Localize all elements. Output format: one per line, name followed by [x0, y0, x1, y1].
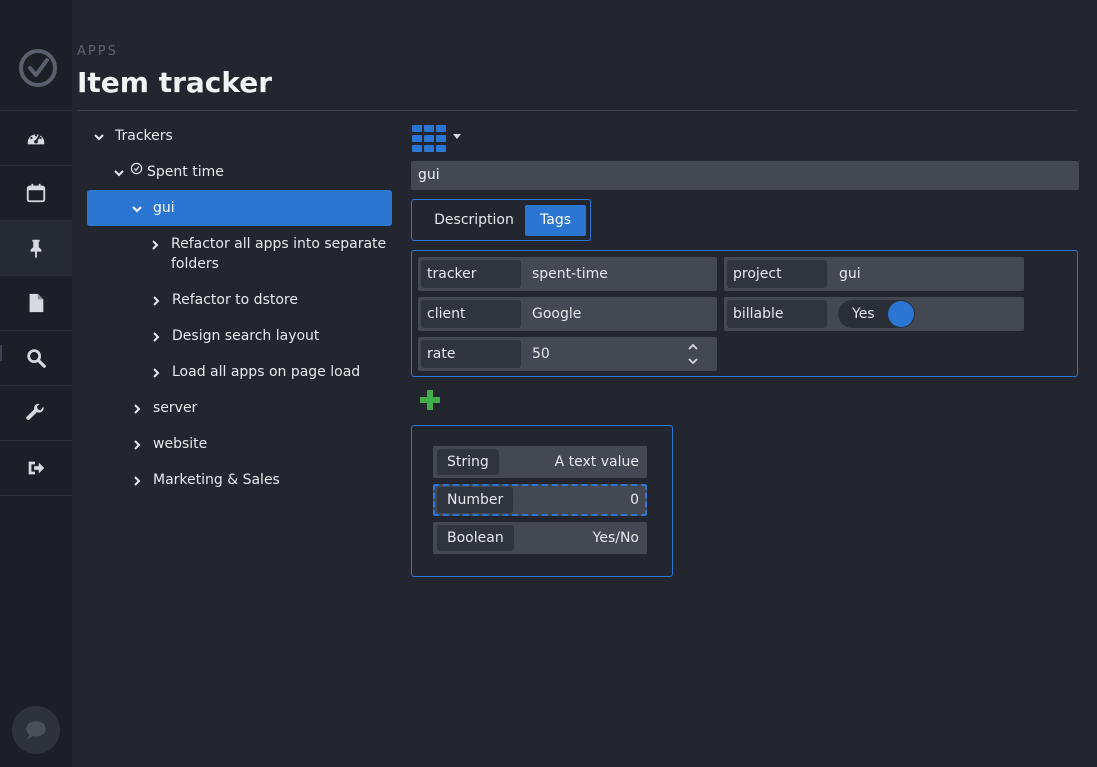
- tree-node-gui[interactable]: gui: [131, 200, 175, 216]
- check-circle-icon: [130, 162, 143, 175]
- page-title: Item tracker: [77, 66, 273, 99]
- tree-node-refactor-dstore[interactable]: Refactor to dstore: [150, 292, 298, 308]
- tag-value[interactable]: 50: [532, 337, 550, 371]
- type-key[interactable]: Boolean: [437, 525, 514, 551]
- chevron-right-icon[interactable]: [149, 239, 161, 251]
- chevron-down-icon[interactable]: [113, 167, 125, 179]
- tree-label-line2: folders: [171, 256, 219, 272]
- tree-node-marketing[interactable]: Marketing & Sales: [131, 472, 280, 488]
- caret-down-icon: [453, 134, 461, 139]
- billable-toggle[interactable]: Yes: [838, 300, 915, 328]
- chevron-right-icon[interactable]: [131, 403, 143, 415]
- chevron-down-icon[interactable]: [131, 203, 143, 215]
- chevron-right-icon[interactable]: [150, 331, 162, 343]
- chevron-right-icon[interactable]: [131, 439, 143, 451]
- sign-out-icon[interactable]: [0, 440, 72, 496]
- header-divider: [77, 110, 1078, 111]
- number-spinner-icon[interactable]: [688, 342, 698, 366]
- tab-description[interactable]: Description: [420, 205, 528, 236]
- tree-label: Refactor to dstore: [172, 292, 298, 308]
- type-key[interactable]: String: [437, 449, 499, 475]
- chevron-right-icon[interactable]: [150, 295, 162, 307]
- tree-label: Marketing & Sales: [153, 472, 280, 488]
- tree-node-design-search[interactable]: Design search layout: [150, 328, 319, 344]
- tree-label: Spent time: [147, 164, 224, 180]
- toggle-knob[interactable]: [888, 301, 914, 327]
- tree-label: Trackers: [115, 128, 173, 144]
- toggle-label: Yes: [852, 306, 875, 322]
- type-row-number[interactable]: Number 0: [433, 484, 647, 516]
- tag-field-project: project gui: [724, 257, 1024, 291]
- item-title-input[interactable]: gui: [411, 161, 1079, 190]
- tree-node-website[interactable]: website: [131, 436, 207, 452]
- tree-node-spent-time[interactable]: Spent time: [113, 162, 224, 180]
- tag-value[interactable]: gui: [839, 257, 861, 291]
- app-logo-icon[interactable]: [18, 48, 58, 88]
- tree-label: gui: [153, 200, 175, 216]
- tree-node-trackers[interactable]: Trackers: [93, 128, 173, 144]
- tree-node-server[interactable]: server: [131, 400, 197, 416]
- tree-label: website: [153, 436, 208, 452]
- tree-label-line1: Refactor all apps into separate: [171, 236, 387, 252]
- type-row-boolean[interactable]: Boolean Yes/No: [433, 522, 647, 554]
- type-key[interactable]: Number: [437, 487, 514, 513]
- tag-field-client: client Google: [418, 297, 717, 331]
- tag-value[interactable]: spent-time: [532, 257, 608, 291]
- search-icon[interactable]: [0, 330, 72, 385]
- tag-field-rate: rate 50: [418, 337, 717, 371]
- pin-icon[interactable]: [0, 220, 72, 275]
- add-tag-plus-icon[interactable]: [419, 389, 441, 411]
- detail-tabs: Description Tags: [411, 199, 591, 241]
- tag-field-tracker: tracker spent-time: [418, 257, 717, 291]
- tree-node-load-apps[interactable]: Load all apps on page load: [150, 364, 360, 380]
- wrench-icon[interactable]: [0, 385, 72, 440]
- tag-type-palette: String A text value Number 0 Boolean Yes…: [411, 425, 673, 577]
- dashboard-icon[interactable]: [0, 110, 72, 165]
- type-row-string[interactable]: String A text value: [433, 446, 647, 478]
- tag-key[interactable]: tracker: [421, 260, 521, 288]
- calendar-icon[interactable]: [0, 165, 72, 220]
- tag-key[interactable]: rate: [421, 340, 521, 368]
- tree-label: Load all apps on page load: [172, 364, 361, 380]
- type-value: A text value: [554, 454, 639, 470]
- type-value: Yes/No: [592, 530, 639, 546]
- tag-value[interactable]: Google: [532, 297, 581, 331]
- section-label: APPS: [77, 44, 118, 59]
- chevron-right-icon[interactable]: [150, 367, 162, 379]
- document-icon[interactable]: [0, 275, 72, 330]
- chevron-down-icon[interactable]: [93, 131, 105, 143]
- app-rail: [0, 0, 72, 767]
- tag-key[interactable]: client: [421, 300, 521, 328]
- tab-tags[interactable]: Tags: [525, 205, 586, 236]
- tree-label: server: [153, 400, 198, 416]
- chat-icon[interactable]: [12, 706, 60, 754]
- tags-panel: tracker spent-time project gui client Go…: [411, 250, 1078, 377]
- type-value: 0: [630, 492, 639, 508]
- tag-field-billable: billable Yes: [724, 297, 1024, 331]
- view-grid-icon[interactable]: [411, 124, 463, 154]
- tag-key[interactable]: project: [727, 260, 827, 288]
- tree-node-refactor-apps[interactable]: Refactor all apps into separate folders: [149, 236, 386, 274]
- tag-key[interactable]: billable: [727, 300, 827, 328]
- chevron-right-icon[interactable]: [131, 475, 143, 487]
- tree-label: Design search layout: [172, 328, 320, 344]
- rail-edge-marker: [0, 345, 2, 361]
